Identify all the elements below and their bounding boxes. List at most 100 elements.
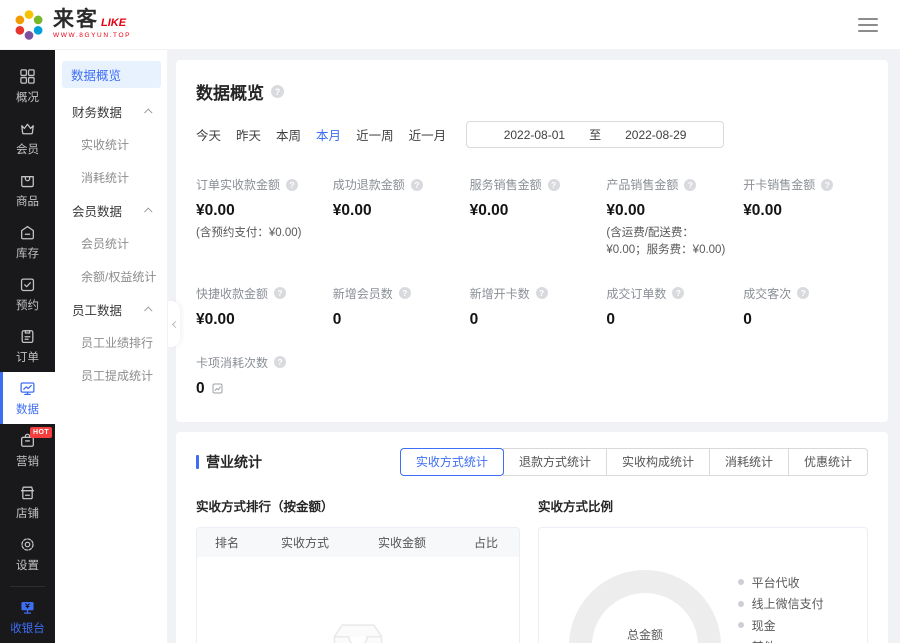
chevron-left-icon: [171, 320, 178, 327]
stat-card: 订单实收款金额¥0.00(含预约支付：¥0.00): [196, 176, 321, 260]
sidebar-item-stock[interactable]: 库存: [0, 216, 55, 268]
secondary-sidebar: 数据概览 财务数据实收统计消耗统计会员数据会员统计余额/权益统计员工数据员工业绩…: [55, 50, 168, 643]
crown-icon: [19, 120, 36, 137]
section-accent-bar: [196, 455, 199, 469]
sidebar-subitem[interactable]: 消耗统计: [55, 161, 167, 194]
stat-card: 开卡销售金额¥0.00: [743, 176, 868, 260]
tab-优惠统计[interactable]: 优惠统计: [788, 448, 868, 476]
sidebar-group-header[interactable]: 会员数据: [55, 194, 167, 227]
detail-icon[interactable]: [211, 382, 224, 395]
stat-value: ¥0.00: [743, 202, 868, 220]
legend-item[interactable]: 现金: [738, 617, 837, 634]
section-title-business: 营业统计: [196, 452, 262, 472]
cashier-icon: [19, 599, 36, 616]
help-icon[interactable]: [536, 287, 548, 299]
sidebar-item-overview[interactable]: 概况: [0, 60, 55, 112]
stat-card: 产品销售金额¥0.00(含运费/配送费：¥0.00；服务费：¥0.00): [606, 176, 731, 260]
sidebar-group-header[interactable]: 财务数据: [55, 95, 167, 128]
stat-label: 服务销售金额: [470, 176, 542, 193]
sidebar-item-data[interactable]: 数据: [0, 372, 55, 424]
sidebar-item-orders[interactable]: 订单: [0, 320, 55, 372]
date-end[interactable]: 2022-08-29: [625, 128, 686, 142]
sidebar-item-label: 预约: [16, 297, 39, 313]
sidebar-item-label: 数据: [16, 401, 39, 417]
help-icon[interactable]: [684, 179, 696, 191]
quick-filter[interactable]: 近一周: [356, 125, 394, 144]
sidebar-item-label: 营销: [16, 453, 39, 469]
legend-label: 其他: [752, 638, 776, 643]
legend-item[interactable]: 平台代收: [738, 574, 837, 591]
quick-filter[interactable]: 本周: [276, 125, 301, 144]
sidebar-item-members[interactable]: 会员: [0, 112, 55, 164]
sidebar-subitem[interactable]: 员工提成统计: [55, 359, 167, 392]
legend-dot-icon: [738, 579, 744, 585]
settings-icon: [19, 536, 36, 553]
sidebar-item-shop[interactable]: 店铺: [0, 476, 55, 528]
sidebar-subitem[interactable]: 实收统计: [55, 128, 167, 161]
tab-退款方式统计[interactable]: 退款方式统计: [503, 448, 607, 476]
sidebar-item-cashier[interactable]: 收银台: [0, 591, 55, 643]
sidebar-item-goods[interactable]: 商品: [0, 164, 55, 216]
quick-filter-group: 今天昨天本周本月近一周近一月: [196, 125, 446, 144]
sidebar-item-booking[interactable]: 预约: [0, 268, 55, 320]
help-icon[interactable]: [274, 287, 286, 299]
sidebar-group-header[interactable]: 员工数据: [55, 293, 167, 326]
payment-ranking-panel: 实收方式排行（按金额） 排名实收方式实收金额占比 暂无数据: [196, 496, 520, 643]
chevron-up-icon: [144, 207, 152, 215]
help-icon[interactable]: [271, 85, 284, 98]
stat-subtext: (含预约支付：¥0.00): [196, 225, 321, 242]
sidebar-item-label: 店铺: [16, 505, 39, 521]
table-column-header: 实收方式: [259, 534, 351, 551]
legend-label: 线上微信支付: [752, 595, 824, 612]
tab-消耗统计[interactable]: 消耗统计: [709, 448, 789, 476]
legend-item[interactable]: 其他: [738, 638, 837, 643]
help-icon[interactable]: [399, 287, 411, 299]
app-logo[interactable]: 来客 LIKE WWW.8GYUN.TOP: [12, 8, 131, 42]
sidebar-subitem[interactable]: 余额/权益统计: [55, 260, 167, 293]
date-range-picker[interactable]: 2022-08-01 至 2022-08-29: [466, 121, 724, 148]
logo-text: 来客: [53, 9, 99, 30]
date-start[interactable]: 2022-08-01: [504, 128, 565, 142]
proportion-chart: 总金额 ¥0.00 平台代收线上微信支付现金其他微信（记账）支付宝（记账）POS…: [538, 527, 868, 643]
top-header: 来客 LIKE WWW.8GYUN.TOP: [0, 0, 900, 50]
date-separator: 至: [589, 126, 601, 143]
help-icon[interactable]: [672, 287, 684, 299]
legend-item[interactable]: 线上微信支付: [738, 595, 837, 612]
app-window: 来客 LIKE WWW.8GYUN.TOP 概况会员商品库存预约订单数据 HOT 营…: [0, 0, 900, 643]
sidebar-item-marketing[interactable]: HOT 营销: [0, 424, 55, 476]
stock-icon: [19, 224, 36, 241]
donut-center: 总金额 ¥0.00: [569, 570, 721, 643]
stat-label: 订单实收款金额: [196, 176, 280, 193]
quick-filter[interactable]: 近一月: [409, 125, 447, 144]
shop-icon: [19, 484, 36, 501]
help-icon[interactable]: [797, 287, 809, 299]
sidebar-divider: [10, 586, 45, 587]
sidebar-collapse-handle[interactable]: [168, 301, 180, 347]
sidebar-group-label: 员工数据: [72, 300, 122, 319]
quick-filter[interactable]: 本月: [316, 125, 341, 144]
help-icon[interactable]: [286, 179, 298, 191]
ranking-title: 实收方式排行（按金额）: [196, 496, 520, 515]
stat-card: 快捷收款金额¥0.00: [196, 285, 321, 329]
tab-实收方式统计[interactable]: 实收方式统计: [400, 448, 504, 476]
help-icon[interactable]: [411, 179, 423, 191]
page-title: 数据概览: [196, 79, 264, 104]
stat-value: 0: [470, 311, 595, 329]
quick-filter[interactable]: 今天: [196, 125, 221, 144]
booking-icon: [19, 276, 36, 293]
tab-实收构成统计[interactable]: 实收构成统计: [606, 448, 710, 476]
table-column-header: 实收金额: [351, 534, 453, 551]
sidebar-item-settings[interactable]: 设置: [0, 528, 55, 580]
stat-label: 新增会员数: [333, 285, 393, 302]
help-icon[interactable]: [821, 179, 833, 191]
menu-hamburger-icon[interactable]: [854, 14, 882, 36]
sidebar-subitem[interactable]: 会员统计: [55, 227, 167, 260]
help-icon[interactable]: [548, 179, 560, 191]
help-icon[interactable]: [274, 356, 286, 368]
legend-dot-icon: [738, 622, 744, 628]
sidebar-subitem[interactable]: 员工业绩排行: [55, 326, 167, 359]
hot-badge: HOT: [30, 427, 52, 438]
chart-legend: 平台代收线上微信支付现金其他微信（记账）支付宝（记账）POS机（记账）团购（记账…: [738, 574, 837, 643]
sidebar-item-data-overview[interactable]: 数据概览: [62, 61, 161, 88]
quick-filter[interactable]: 昨天: [236, 125, 261, 144]
